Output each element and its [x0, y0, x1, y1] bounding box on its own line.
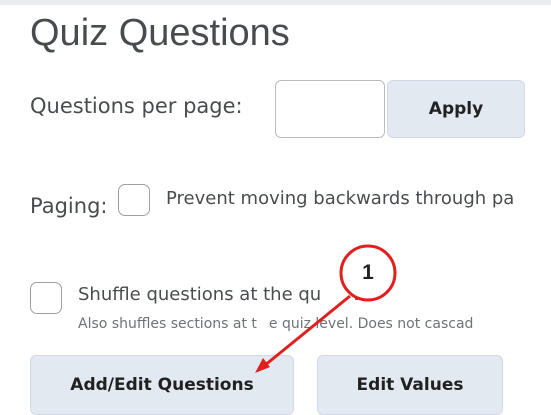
quiz-settings-panel: Quiz Questions Questions per page: Apply…: [0, 0, 551, 415]
callout-annotation: [255, 244, 397, 373]
callout-arrowhead: [255, 358, 270, 373]
callout-arrow-line: [263, 294, 351, 368]
callout-number: 1: [362, 261, 374, 284]
